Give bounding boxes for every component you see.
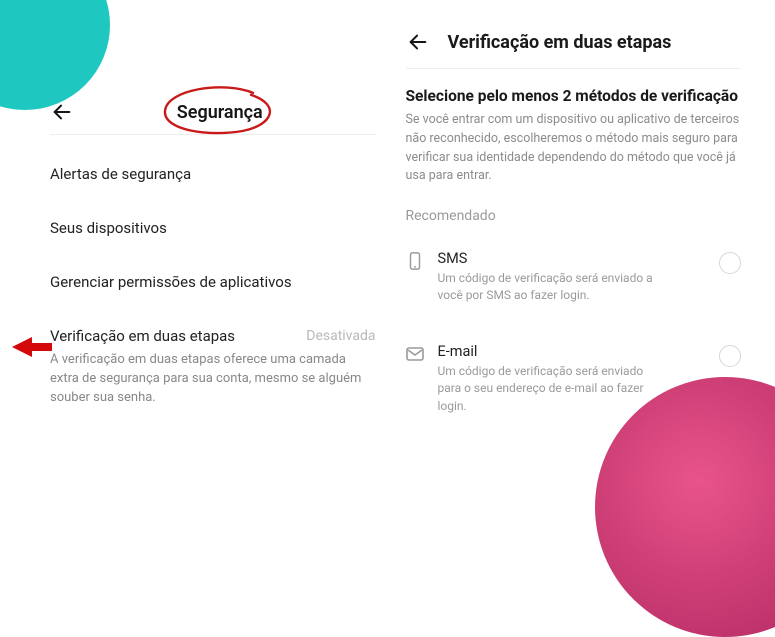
method-email-row[interactable]: E-mail Um código de verificação será env… (406, 331, 742, 441)
method-email-radio[interactable] (719, 345, 741, 367)
method-email-description: Um código de verificação será enviado pa… (438, 363, 668, 415)
two-step-label: Verificação em duas etapas (50, 327, 235, 345)
manage-app-permissions-item[interactable]: Gerenciar permissões de aplicativos (50, 255, 376, 309)
two-step-setup-screen: Verificação em duas etapas Selecione pel… (388, 0, 775, 517)
method-email-title: E-mail (438, 343, 706, 360)
instruction-body: Se você entrar com um dispositivo ou apl… (406, 111, 742, 186)
security-alerts-item[interactable]: Alertas de segurança (50, 147, 376, 201)
section-label-recommended: Recomendado (406, 208, 742, 224)
two-step-description: A verificação em duas etapas oferece uma… (50, 345, 376, 426)
page-title: Segurança (177, 102, 263, 123)
two-step-verification-item[interactable]: Verificação em duas etapas Desativada (50, 309, 376, 345)
method-sms-radio[interactable] (719, 252, 741, 274)
email-icon (406, 345, 424, 363)
method-sms-description: Um código de verificação será enviado a … (438, 270, 668, 305)
method-sms-row[interactable]: SMS Um código de verificação será enviad… (406, 238, 742, 331)
back-icon[interactable] (406, 30, 430, 54)
instruction-title: Selecione pelo menos 2 métodos de verifi… (406, 87, 742, 105)
security-screen: Segurança Alertas de segurança Seus disp… (0, 0, 388, 517)
phone-icon (406, 252, 424, 270)
divider (50, 134, 376, 135)
annotation-arrow-icon (12, 336, 52, 358)
page-title: Verificação em duas etapas (448, 32, 672, 53)
your-devices-item[interactable]: Seus dispositivos (50, 201, 376, 255)
two-step-status: Desativada (306, 328, 375, 344)
method-sms-title: SMS (438, 250, 706, 267)
divider (406, 68, 742, 69)
